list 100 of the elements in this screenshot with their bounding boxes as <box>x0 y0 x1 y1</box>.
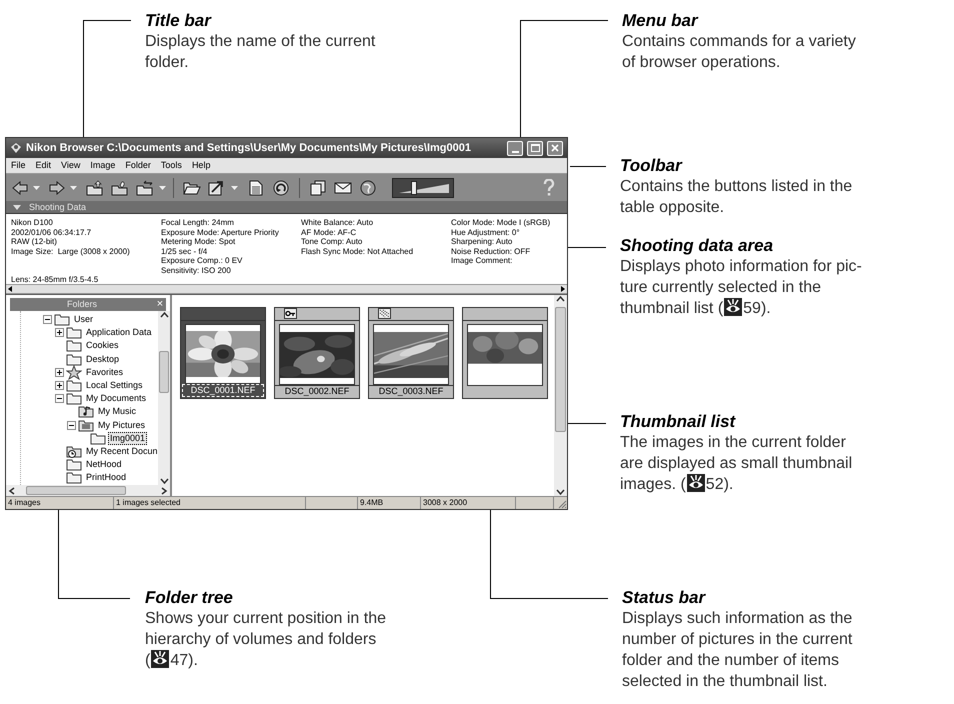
minimize-button[interactable] <box>507 140 523 156</box>
thumbnail[interactable]: DSC_0003.NEF <box>368 307 454 399</box>
tree-item[interactable]: NetHood <box>84 458 124 472</box>
thumbnail-filename: DSC_0003.NEF <box>369 385 453 398</box>
tree-item[interactable]: Cookies <box>84 339 121 352</box>
close-button[interactable]: × <box>154 299 166 310</box>
callout-heading: Thumbnail list <box>620 411 737 432</box>
left-arrow-icon <box>12 180 28 194</box>
close-icon <box>551 144 559 152</box>
tree-item[interactable]: Local Settings <box>84 379 145 392</box>
folder-arrow-icon <box>86 180 104 196</box>
export-arrow-icon <box>208 180 226 196</box>
horizontal-scrollbar[interactable] <box>6 284 567 294</box>
horizontal-scrollbar[interactable] <box>6 485 170 496</box>
tree-item[interactable]: My Music <box>96 405 138 418</box>
eye-icon <box>724 298 742 316</box>
copy-pages-icon <box>310 180 326 196</box>
callout-text: Displays such information as the number of pictures in the current folder and the number of items selected in the thumbnail list. <box>622 609 852 692</box>
tree-item[interactable]: My Pictures <box>96 418 148 432</box>
data-line: Lens: 24-85mm f/3.5-4.5 <box>11 274 100 284</box>
globe-icon <box>360 180 376 196</box>
collapse-triangle-icon <box>13 204 21 210</box>
tree-item[interactable]: Img0001 <box>108 432 148 445</box>
right-arrow-icon <box>49 180 65 194</box>
callout-heading: Toolbar <box>620 155 684 176</box>
scroll-thumb[interactable] <box>555 307 566 432</box>
tree-item[interactable]: Desktop <box>84 352 122 366</box>
thumbnail[interactable] <box>462 307 548 399</box>
data-line: RAW (12-bit) <box>11 237 58 246</box>
thumbnail-filename: DSC_0002.NEF <box>275 385 359 398</box>
panel-title: Shooting Data <box>29 202 86 212</box>
eye-icon <box>686 474 705 492</box>
scroll-right-icon[interactable] <box>160 486 168 494</box>
folder-icon <box>90 430 106 446</box>
expander-plus-icon[interactable] <box>55 328 64 338</box>
data-line: 1/25 sec - f/4 <box>161 246 208 256</box>
menu-item[interactable]: Edit <box>36 161 52 170</box>
vertical-scrollbar[interactable] <box>158 311 170 485</box>
scroll-thumb[interactable] <box>26 486 126 495</box>
tree-item[interactable]: PrintHood <box>84 471 128 484</box>
data-line: Hue Adjustment: 0° <box>451 228 521 237</box>
thumbnail[interactable]: DSC_0001.NEF <box>180 307 266 399</box>
callout-heading: Title bar <box>145 10 213 31</box>
status-panel: 4 images <box>6 497 114 509</box>
caret-icon[interactable] <box>33 186 40 190</box>
menu-item[interactable]: File <box>11 161 26 170</box>
data-line: Sensitivity: ISO 200 <box>161 266 232 275</box>
slider-thumb[interactable] <box>411 180 418 194</box>
caret-icon[interactable] <box>159 186 166 190</box>
menu-item[interactable]: Folder <box>125 161 151 170</box>
close-button[interactable] <box>547 140 563 156</box>
menu-item[interactable]: Help <box>192 161 210 170</box>
data-line: Exposure Comp.: 0 EV <box>161 256 244 266</box>
minimize-icon <box>512 150 518 152</box>
expander-minus-icon[interactable] <box>67 420 76 430</box>
expander-plus-icon[interactable] <box>55 381 64 390</box>
open-folder-icon <box>183 180 201 194</box>
menu-item[interactable]: Tools <box>160 161 182 170</box>
thumbnail[interactable]: DSC_0002.NEF <box>274 307 360 399</box>
hatched-square-icon <box>378 308 391 320</box>
tree-item[interactable]: My Recent Docun <box>84 444 160 458</box>
envelope-icon <box>334 182 352 194</box>
callout-heading: Status bar <box>622 587 707 608</box>
menu-item[interactable]: Image <box>90 161 116 170</box>
expander-plus-icon[interactable] <box>55 368 64 377</box>
caret-icon[interactable] <box>231 186 238 190</box>
scroll-down-icon[interactable] <box>556 487 565 496</box>
shooting-data-header[interactable]: Shooting Data <box>6 201 567 214</box>
data-line: 2002/01/06 06:34:17.7 <box>11 228 92 237</box>
caret-icon[interactable] <box>70 186 77 190</box>
status-panel: 9.4MB <box>358 497 421 509</box>
tree-item[interactable]: My Documents <box>84 392 148 406</box>
scroll-down-icon[interactable] <box>160 476 168 485</box>
maximize-button[interactable] <box>527 140 543 156</box>
expander-minus-icon[interactable] <box>55 394 64 404</box>
vertical-scrollbar[interactable] <box>554 295 567 496</box>
folder-icon <box>66 457 82 472</box>
folder-icon <box>66 338 82 354</box>
maximize-icon <box>530 144 540 152</box>
callout-text: Shows your current position in the hierarchy of volumes and folders ( 47). <box>145 609 386 671</box>
tree-item[interactable]: Application Data <box>84 326 154 340</box>
callout-text: Displays the name of the current folder. <box>145 32 376 73</box>
key-icon <box>284 308 297 320</box>
folder-icon <box>66 325 82 340</box>
scroll-up-icon[interactable] <box>160 311 168 320</box>
callout-heading: Folder tree <box>145 587 234 608</box>
tree-item[interactable]: Favorites <box>84 366 126 379</box>
callout-heading: Shooting data area <box>620 235 774 256</box>
clock-folder-icon <box>66 444 82 459</box>
expander-minus-icon[interactable] <box>43 315 52 324</box>
callout-text: Contains the buttons listed in the table opposite. <box>620 177 852 218</box>
data-line: Exposure Mode: Aperture Priority <box>161 228 280 237</box>
menu-item[interactable]: View <box>61 161 80 170</box>
scroll-thumb[interactable] <box>159 351 169 393</box>
tree-item[interactable]: User <box>72 313 96 326</box>
folder-icon <box>66 352 82 367</box>
thumbnail-size-slider[interactable] <box>392 178 454 198</box>
document-icon <box>249 180 263 196</box>
scroll-up-icon[interactable] <box>556 295 565 304</box>
scroll-left-icon[interactable] <box>8 486 16 494</box>
